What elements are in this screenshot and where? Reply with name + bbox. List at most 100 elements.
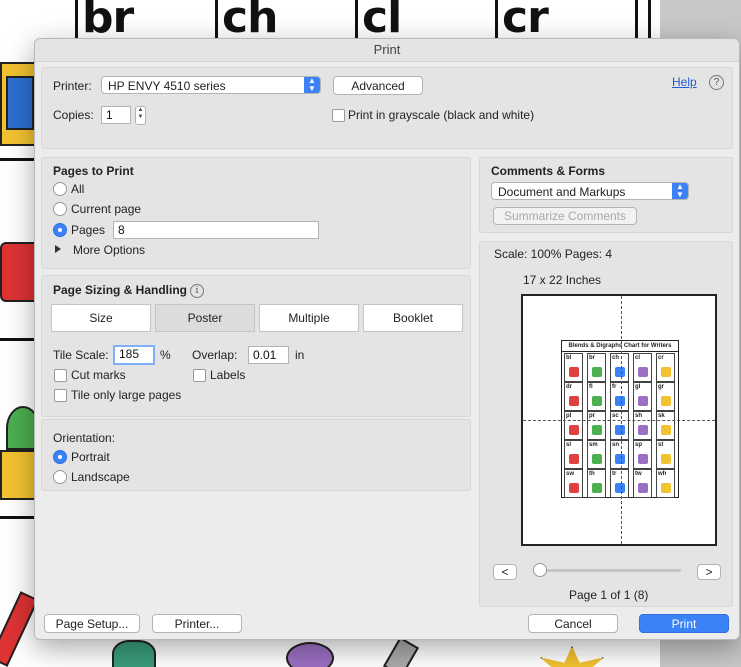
copies-stepper[interactable]: ▲ ▼ <box>135 106 146 125</box>
bottom-figure-icon <box>286 642 334 667</box>
preview-scale-text: Scale: 100% Pages: 4 <box>494 247 613 261</box>
page-slider-track[interactable] <box>537 569 681 572</box>
preview-chart-cell: tr <box>610 469 629 498</box>
cancel-button[interactable]: Cancel <box>528 614 618 633</box>
tab-booklet[interactable]: Booklet <box>363 304 463 332</box>
current-page-radio[interactable] <box>53 202 67 216</box>
preview-chart-cell: dr <box>564 382 583 411</box>
preview-chart-cell-label: bl <box>566 355 572 361</box>
preview-chart-cell: gl <box>633 382 652 411</box>
tile-divider-horizontal <box>523 420 715 421</box>
landscape-label: Landscape <box>71 470 130 484</box>
bg-row-border <box>0 338 34 341</box>
info-icon[interactable]: i <box>190 284 204 298</box>
preview-chart-cell-picture <box>569 367 579 377</box>
portrait-label: Portrait <box>71 450 110 464</box>
preview-chart-cell-label: cr <box>658 355 664 361</box>
preview-chart-cell: sm <box>587 440 606 469</box>
preview-chart-cell: sh <box>633 411 652 440</box>
bg-letters-4: cr <box>502 0 549 43</box>
preview-chart-cell-label: fr <box>612 384 617 390</box>
next-page-button[interactable]: > <box>697 564 721 580</box>
preview-chart-cell: sk <box>656 411 675 440</box>
copies-input[interactable]: 1 <box>101 106 131 124</box>
overlap-input[interactable]: 0.01 <box>248 346 289 364</box>
preview-chart-cell-label: sn <box>612 442 620 448</box>
preview-chart-cell-label: st <box>658 442 664 448</box>
printer-select[interactable]: HP ENVY 4510 series ▲ ▼ <box>101 76 321 94</box>
landscape-radio[interactable] <box>53 470 67 484</box>
preview-chart-cell-picture <box>592 396 602 406</box>
tab-multiple[interactable]: Multiple <box>259 304 359 332</box>
page-status: Page 1 of 1 (8) <box>569 588 649 602</box>
preview-chart-cell-label: pl <box>566 413 572 419</box>
slide-icon <box>0 591 39 667</box>
preview-chart-cell: fl <box>587 382 606 411</box>
chevron-updown-icon: ▲ ▼ <box>672 183 688 199</box>
preview-chart-cell: sn <box>610 440 629 469</box>
preview-chart-cell: th <box>587 469 606 498</box>
preview-chart-cell-picture <box>638 454 648 464</box>
preview-chart-cell: sl <box>564 440 583 469</box>
preview-chart-cell: st <box>656 440 675 469</box>
preview-chart-cell-picture <box>661 396 671 406</box>
preview-chart-cell-label: gr <box>658 384 664 390</box>
preview-chart-cell-label: wh <box>658 471 667 477</box>
tab-size[interactable]: Size <box>51 304 151 332</box>
help-link[interactable]: Help <box>672 75 697 89</box>
comments-select-value: Document and Markups <box>498 185 626 199</box>
preview-chart-cell-picture <box>638 396 648 406</box>
comments-select[interactable]: Document and Markups ▲ ▼ <box>491 182 689 200</box>
preview-chart-cell-picture <box>661 483 671 493</box>
preview-chart-cell-picture <box>615 396 625 406</box>
pages-range-input[interactable]: 8 <box>113 221 319 239</box>
preview-chart-title: Blends & Digraphs Chart for Writers <box>562 341 678 352</box>
tile-scale-input[interactable]: 185 <box>113 345 155 365</box>
preview-chart-cell-label: gl <box>635 384 641 390</box>
preview-chart-cell-picture <box>661 367 671 377</box>
summarize-comments-button[interactable]: Summarize Comments <box>493 207 637 225</box>
preview-chart-cell: cr <box>656 353 675 382</box>
cut-marks-checkbox[interactable] <box>54 369 67 382</box>
tab-poster[interactable]: Poster <box>155 304 255 332</box>
dialog-title: Print <box>35 39 739 62</box>
preview-chart-cell-label: dr <box>566 384 572 390</box>
disclosure-triangle-icon[interactable] <box>55 245 61 253</box>
print-button[interactable]: Print <box>639 614 729 633</box>
preview-chart-cell-label: sk <box>658 413 665 419</box>
alphabet-block-letter <box>6 76 34 130</box>
bg-cell-border <box>635 0 638 38</box>
labels-checkbox[interactable] <box>193 369 206 382</box>
preview-chart-cell-picture <box>615 425 625 435</box>
pages-label: Pages <box>71 223 106 237</box>
page-setup-button[interactable]: Page Setup... <box>44 614 140 633</box>
current-page-label: Current page <box>71 202 142 216</box>
bg-letters-3: cl <box>362 0 402 43</box>
preview-chart: Blends & Digraphs Chart for Writers bl br… <box>561 340 679 498</box>
printer-button[interactable]: Printer... <box>152 614 242 633</box>
preview-chart-cell-label: sm <box>589 442 598 448</box>
overlap-label: Overlap: <box>192 348 238 362</box>
preview-chart-cell: sw <box>564 469 583 498</box>
all-pages-radio[interactable] <box>53 182 67 196</box>
preview-chart-cell-picture <box>661 454 671 464</box>
previous-page-button[interactable]: < <box>493 564 517 580</box>
tile-only-checkbox[interactable] <box>54 389 67 402</box>
bg-cell-border <box>495 0 498 38</box>
pages-radio[interactable] <box>53 223 67 237</box>
labels-label: Labels <box>210 368 246 382</box>
bg-row-border <box>0 158 34 161</box>
grayscale-checkbox[interactable] <box>332 109 345 122</box>
printer-select-value: HP ENVY 4510 series <box>108 79 226 93</box>
page-slider-knob[interactable] <box>533 563 547 577</box>
cut-marks-label: Cut marks <box>71 368 126 382</box>
star-icon <box>540 646 604 667</box>
advanced-button[interactable]: Advanced <box>333 76 423 95</box>
printer-label: Printer: <box>53 79 92 93</box>
help-icon[interactable]: ? <box>709 75 724 90</box>
preview-chart-cell-label: tr <box>612 471 617 477</box>
preview-chart-cell-picture <box>569 425 579 435</box>
more-options-label[interactable]: More Options <box>73 243 145 257</box>
preview-chart-cell-label: sw <box>566 471 575 477</box>
portrait-radio[interactable] <box>53 450 67 464</box>
